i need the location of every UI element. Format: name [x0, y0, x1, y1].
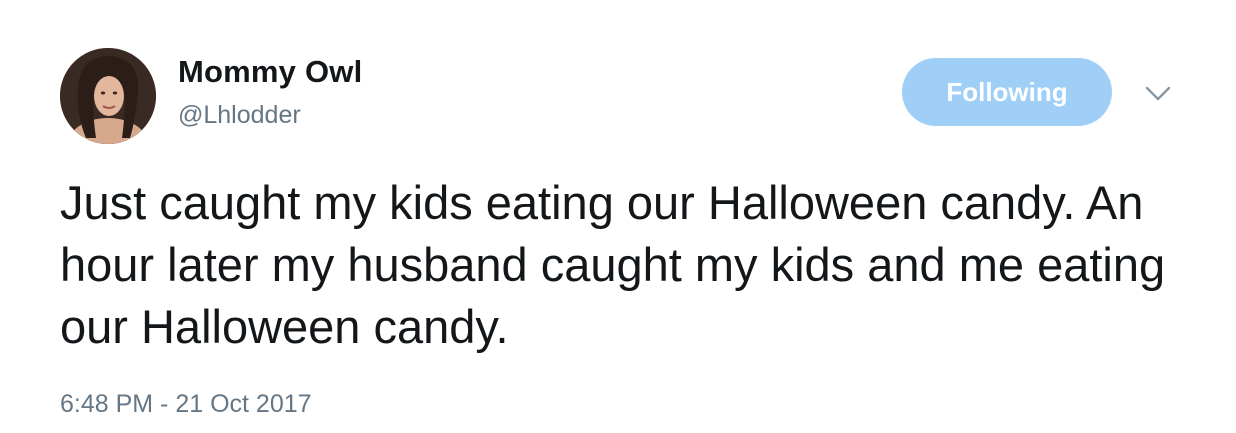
- tweet-timestamp[interactable]: 6:48 PM - 21 Oct 2017: [60, 390, 312, 419]
- avatar-photo-icon: [60, 48, 156, 144]
- chevron-down-icon[interactable]: [1144, 84, 1172, 104]
- tweet-card: Mommy Owl @Lhlodder Following Just caugh…: [0, 0, 1236, 433]
- user-handle[interactable]: @Lhlodder: [178, 101, 301, 130]
- following-button[interactable]: Following: [902, 58, 1112, 126]
- avatar[interactable]: [60, 48, 156, 144]
- display-name[interactable]: Mommy Owl: [178, 54, 362, 90]
- tweet-text: Just caught my kids eating our Halloween…: [60, 176, 1166, 353]
